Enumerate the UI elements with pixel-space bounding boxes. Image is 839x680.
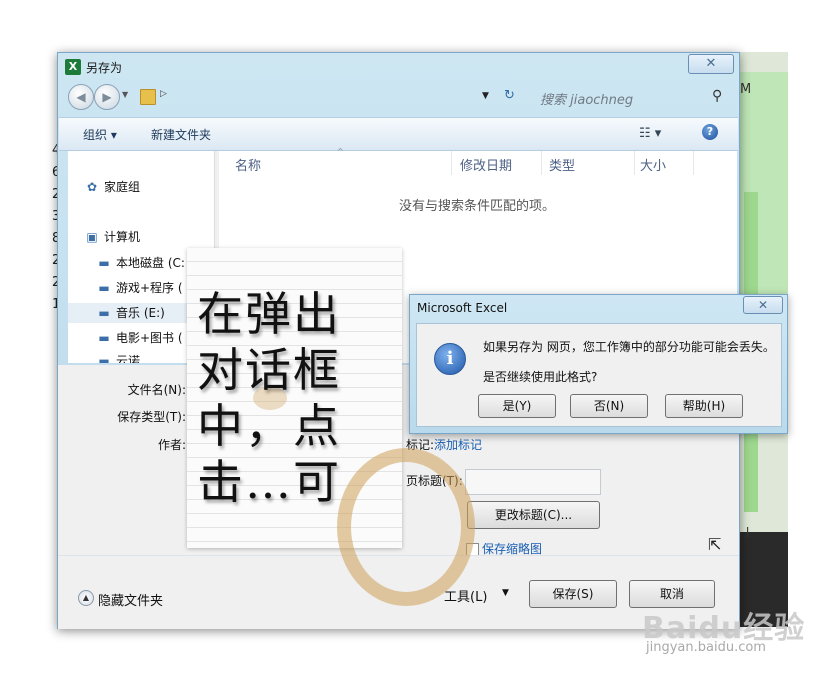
sidebar-item-computer[interactable]: ▣ 计算机: [84, 227, 140, 247]
folder-icon: [140, 89, 156, 105]
filename-label: 文件名(N):: [127, 383, 186, 397]
search-placeholder: 搜索 jiaochneg: [540, 93, 634, 108]
yes-button[interactable]: 是(Y): [478, 394, 556, 418]
sidebar-item-label: 计算机: [104, 230, 141, 244]
save-button[interactable]: 保存(S): [529, 580, 617, 608]
excel-warning-dialog: Microsoft Excel ✕ i 如果另存为 网页，您工作簿中的部分功能可…: [409, 294, 788, 434]
sidebar-item-drive-d[interactable]: ▬ 游戏+程序 (: [96, 278, 183, 298]
sidebar-item-label: 电影+图书 (: [116, 331, 183, 345]
new-folder-button[interactable]: 新建文件夹: [151, 126, 211, 143]
computer-icon: ▣: [86, 230, 98, 244]
breadcrumb-arrow-icon[interactable]: ▷: [160, 89, 167, 99]
sidebar-item-drive-c[interactable]: ▬ 本地磁盘 (C:: [96, 253, 185, 273]
sidebar-item-homegroup[interactable]: ✿ 家庭组: [84, 177, 140, 197]
no-button[interactable]: 否(N): [570, 394, 648, 418]
warning-message: 如果另存为 网页，您工作簿中的部分功能可能会丢失。: [483, 340, 775, 354]
hide-folders-button[interactable]: 隐藏文件夹: [98, 590, 163, 609]
help-button[interactable]: 帮助(H): [665, 394, 743, 418]
toolbar: 组织 ▾ 新建文件夹 ☷ ▾ ?: [59, 117, 738, 151]
background-column-label: M: [740, 82, 752, 97]
window-title: 另存为: [86, 61, 123, 75]
homegroup-icon: ✿: [86, 180, 98, 194]
drive-icon: ▬: [98, 354, 110, 363]
drive-icon: ▬: [98, 256, 110, 270]
close-button[interactable]: ✕: [688, 54, 734, 74]
sidebar-item-drive-f[interactable]: ▬ 电影+图书 (: [96, 328, 183, 348]
help-icon[interactable]: ?: [702, 124, 718, 140]
drive-icon: ▬: [98, 281, 110, 295]
background-cell-label: J: [746, 525, 750, 538]
sidebar-item-label: 家庭组: [104, 180, 141, 194]
caption-line: 中，点: [197, 399, 341, 453]
forward-button[interactable]: ▶: [94, 84, 120, 110]
drive-icon: ▬: [98, 306, 110, 320]
dialog-body: i 如果另存为 网页，您工作簿中的部分功能可能会丢失。 是否继续使用此格式? 是…: [416, 323, 782, 427]
tools-dropdown-icon[interactable]: ▼: [502, 588, 509, 598]
column-header-size[interactable]: 大小: [640, 155, 666, 174]
column-separator[interactable]: [634, 151, 635, 175]
add-tag-link[interactable]: 添加标记: [434, 438, 482, 452]
view-options-icon[interactable]: ☷ ▾: [639, 126, 661, 141]
column-header-name[interactable]: 名称: [235, 155, 261, 174]
excel-app-icon: X: [65, 59, 81, 75]
hide-folders-icon[interactable]: ▲: [78, 590, 94, 606]
column-separator[interactable]: [541, 151, 542, 175]
organize-menu-button[interactable]: 组织 ▾: [83, 126, 117, 143]
drive-icon: ▬: [98, 331, 110, 345]
info-icon: i: [434, 343, 466, 375]
dialog-title: Microsoft Excel: [417, 301, 508, 315]
column-separator[interactable]: [451, 151, 452, 175]
mouse-cursor-icon: ⇱: [708, 535, 722, 554]
baidu-watermark-url: jingyan.baidu.com: [646, 640, 766, 655]
back-button[interactable]: ◀: [68, 84, 94, 110]
change-title-button[interactable]: 更改标题(C)...: [467, 501, 600, 529]
column-header-type[interactable]: 类型: [549, 155, 575, 174]
sidebar-item-label: 本地磁盘 (C:: [116, 256, 185, 270]
address-dropdown-icon[interactable]: ▼: [482, 91, 489, 101]
caption-line: 在弹出: [197, 287, 341, 341]
sort-indicator-icon: ^: [337, 147, 344, 156]
caption-line: 击…可: [197, 455, 341, 509]
sidebar-item-label: 音乐 (E:): [116, 306, 165, 320]
caption-line: 对话框: [197, 343, 341, 397]
search-input[interactable]: 搜索 jiaochneg ⚲: [536, 87, 730, 108]
tools-menu-button[interactable]: 工具(L): [444, 586, 487, 605]
recent-pages-dropdown-icon[interactable]: ▼: [122, 90, 128, 99]
column-separator[interactable]: [693, 151, 694, 175]
overlay-note-card: 在弹出 对话框 中，点 击…可: [187, 248, 475, 606]
confirm-question: 是否继续使用此格式?: [483, 370, 598, 384]
title-bar[interactable]: X 另存为 ✕: [58, 53, 739, 81]
sidebar-item-label: 游戏+程序 (: [116, 281, 183, 295]
search-icon[interactable]: ⚲: [712, 88, 722, 104]
sidebar-item-drive-g[interactable]: ▬ 云诺: [96, 351, 140, 363]
empty-results-message: 没有与搜索条件匹配的项。: [399, 199, 556, 214]
sidebar-item-label: 云诺: [116, 354, 141, 363]
overlay-caption: 在弹出 对话框 中，点 击…可: [197, 286, 397, 510]
refresh-icon[interactable]: ↻: [504, 88, 515, 103]
author-label: 作者:: [157, 438, 186, 452]
column-header-date[interactable]: 修改日期: [460, 155, 512, 174]
dialog-close-button[interactable]: ✕: [743, 296, 783, 314]
page-title-input[interactable]: [465, 469, 601, 495]
save-type-label: 保存类型(T):: [117, 410, 186, 424]
